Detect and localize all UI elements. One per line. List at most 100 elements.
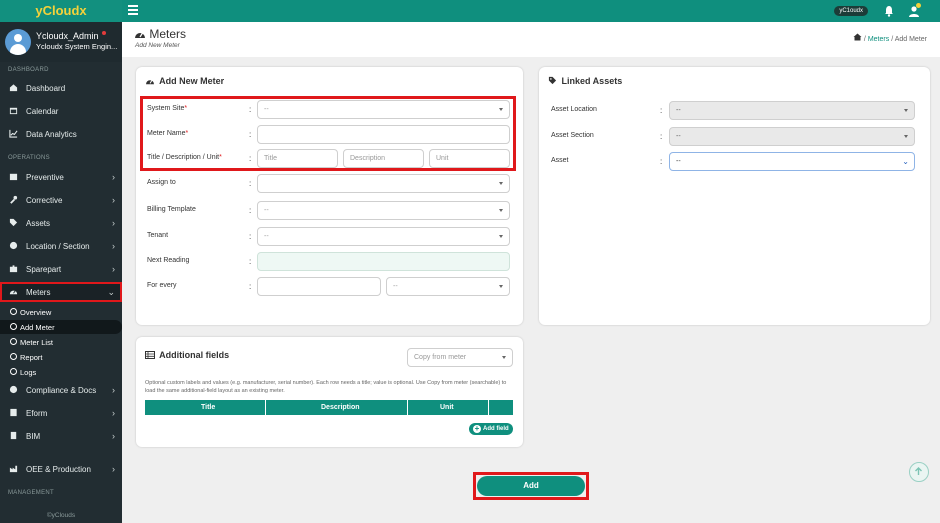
card-title: Linked Assets bbox=[548, 76, 622, 86]
card-title: Additional fields bbox=[145, 350, 229, 360]
asset-section-label: Asset Section bbox=[551, 132, 594, 139]
sidebar-subitem-logs[interactable]: Logs bbox=[0, 365, 122, 379]
colon: : bbox=[249, 206, 252, 215]
copy-from-meter-select[interactable]: Copy from meter bbox=[407, 348, 513, 367]
chevron-right-icon: › bbox=[112, 464, 115, 474]
sidebar-item-oee-production[interactable]: OEE & Production › bbox=[0, 459, 122, 479]
tag-icon bbox=[9, 218, 18, 227]
column-header-description: Description bbox=[321, 404, 360, 411]
sidebar-item-assets[interactable]: Assets › bbox=[0, 213, 122, 233]
select-value: -- bbox=[676, 158, 681, 165]
chevron-right-icon: › bbox=[112, 431, 115, 441]
select-value: -- bbox=[676, 107, 681, 114]
asset-select[interactable]: -- ⌄ bbox=[669, 152, 915, 171]
scroll-top-button[interactable] bbox=[909, 462, 929, 482]
sidebar: Ycloudx_Admin Ycloudx System Engin... DA… bbox=[0, 22, 122, 523]
column-separator bbox=[407, 400, 408, 415]
sidebar-footer: ©yClouds bbox=[46, 512, 76, 519]
add-button[interactable]: Add bbox=[477, 476, 585, 496]
chevron-down-icon: ⌄ bbox=[107, 287, 115, 297]
card-title-text: Additional fields bbox=[159, 350, 230, 360]
sidebar-item-dashboard[interactable]: Dashboard bbox=[0, 78, 122, 98]
billing-template-select[interactable]: -- bbox=[257, 201, 510, 220]
globe-icon bbox=[9, 241, 18, 250]
select-value: -- bbox=[264, 233, 269, 240]
sidebar-subitem-label: Overview bbox=[20, 308, 52, 317]
sidebar-item-eform[interactable]: Eform › bbox=[0, 403, 122, 423]
sidebar-subitem-meter-list[interactable]: Meter List bbox=[0, 335, 122, 349]
sidebar-item-label: Eform bbox=[26, 409, 48, 418]
section-operations: OPERATIONS bbox=[8, 155, 50, 161]
sidebar-item-calendar[interactable]: Calendar bbox=[0, 101, 122, 121]
table-header: Title Description Unit bbox=[145, 400, 513, 415]
bell-icon[interactable] bbox=[884, 5, 894, 17]
required-fields-highlight bbox=[140, 96, 516, 171]
sidebar-subitem-label: Meter List bbox=[20, 338, 53, 347]
sidebar-item-label: Corrective bbox=[26, 196, 63, 205]
select-value: -- bbox=[676, 133, 681, 140]
sidebar-item-label: Assets bbox=[26, 219, 51, 228]
asset-location-select[interactable]: -- bbox=[669, 101, 915, 120]
gauge-icon bbox=[135, 32, 145, 38]
chart-icon bbox=[9, 129, 18, 138]
sidebar-item-compliance-docs[interactable]: Compliance & Docs › bbox=[0, 380, 122, 400]
sidebar-item-data-analytics[interactable]: Data Analytics bbox=[0, 124, 122, 144]
column-separator bbox=[265, 400, 266, 415]
add-meter-card: Add New Meter System Site* : -- Meter Na… bbox=[136, 67, 523, 325]
breadcrumb-current: Add Meter bbox=[894, 36, 927, 43]
assign-to-select[interactable] bbox=[257, 174, 510, 193]
additional-fields-card: Additional fields Copy from meter Option… bbox=[136, 337, 523, 447]
form-icon bbox=[10, 408, 17, 417]
sidebar-item-sparepart[interactable]: Sparepart › bbox=[0, 259, 122, 279]
sidebar-item-corrective[interactable]: Corrective › bbox=[0, 190, 122, 210]
tenant-label: Tenant bbox=[147, 232, 169, 239]
shield-icon bbox=[9, 385, 18, 394]
sidebar-subitem-add-meter[interactable]: Add Meter bbox=[0, 320, 122, 334]
home-icon[interactable] bbox=[853, 33, 862, 41]
sidebar-item-meters[interactable]: Meters ⌄ bbox=[0, 282, 122, 302]
colon: : bbox=[660, 106, 663, 115]
colon: : bbox=[660, 132, 663, 141]
list-icon bbox=[145, 351, 155, 359]
avatar[interactable] bbox=[5, 29, 31, 55]
card-title-text: Linked Assets bbox=[561, 76, 623, 86]
chevron-right-icon: › bbox=[112, 264, 115, 274]
chevron-right-icon: › bbox=[112, 385, 115, 395]
for-every-unit-select[interactable]: -- bbox=[386, 277, 510, 296]
for-every-input[interactable] bbox=[257, 277, 381, 296]
sidebar-item-location-section[interactable]: Location / Section › bbox=[0, 236, 122, 256]
menu-toggle-icon[interactable] bbox=[128, 5, 138, 15]
chevron-right-icon: › bbox=[112, 195, 115, 205]
circle-icon bbox=[10, 338, 17, 345]
help-text: Optional custom labels and values (e.g. … bbox=[145, 380, 507, 394]
sidebar-item-label: Sparepart bbox=[26, 265, 62, 274]
card-title-text: Add New Meter bbox=[159, 76, 225, 86]
sidebar-item-label: BIM bbox=[26, 432, 41, 441]
asset-section-select[interactable]: -- bbox=[669, 127, 915, 146]
sidebar-item-label: Meters bbox=[26, 288, 51, 297]
sidebar-item-bim[interactable]: BIM › bbox=[0, 426, 122, 446]
sidebar-subitem-overview[interactable]: Overview bbox=[0, 305, 122, 319]
production-icon bbox=[9, 465, 18, 473]
chevron-right-icon: › bbox=[112, 172, 115, 182]
breadcrumb-link-meters[interactable]: Meters bbox=[868, 36, 889, 43]
sidebar-item-label: Data Analytics bbox=[26, 130, 77, 139]
add-field-button[interactable]: + Add field bbox=[469, 423, 513, 435]
profile-panel: Ycloudx_Admin Ycloudx System Engin... bbox=[0, 22, 122, 62]
notification-dot bbox=[916, 3, 921, 8]
calendar-check-icon bbox=[9, 173, 18, 181]
sidebar-subitem-report[interactable]: Report bbox=[0, 350, 122, 364]
tag-icon bbox=[548, 76, 557, 85]
tenant-select[interactable]: -- bbox=[257, 227, 510, 246]
sidebar-subitem-label: Add Meter bbox=[20, 323, 55, 332]
page-title: Meters bbox=[134, 27, 186, 41]
breadcrumb-separator: / bbox=[863, 36, 866, 43]
add-field-label: Add field bbox=[483, 426, 509, 432]
column-header-title: Title bbox=[201, 404, 216, 411]
wrench-icon bbox=[10, 195, 18, 204]
app-logo[interactable]: yCloudx bbox=[0, 0, 122, 22]
user-badge[interactable]: yC1oudx bbox=[834, 6, 868, 16]
status-dot bbox=[102, 31, 106, 35]
calendar-icon bbox=[9, 107, 18, 115]
sidebar-item-preventive[interactable]: Preventive › bbox=[0, 167, 122, 187]
